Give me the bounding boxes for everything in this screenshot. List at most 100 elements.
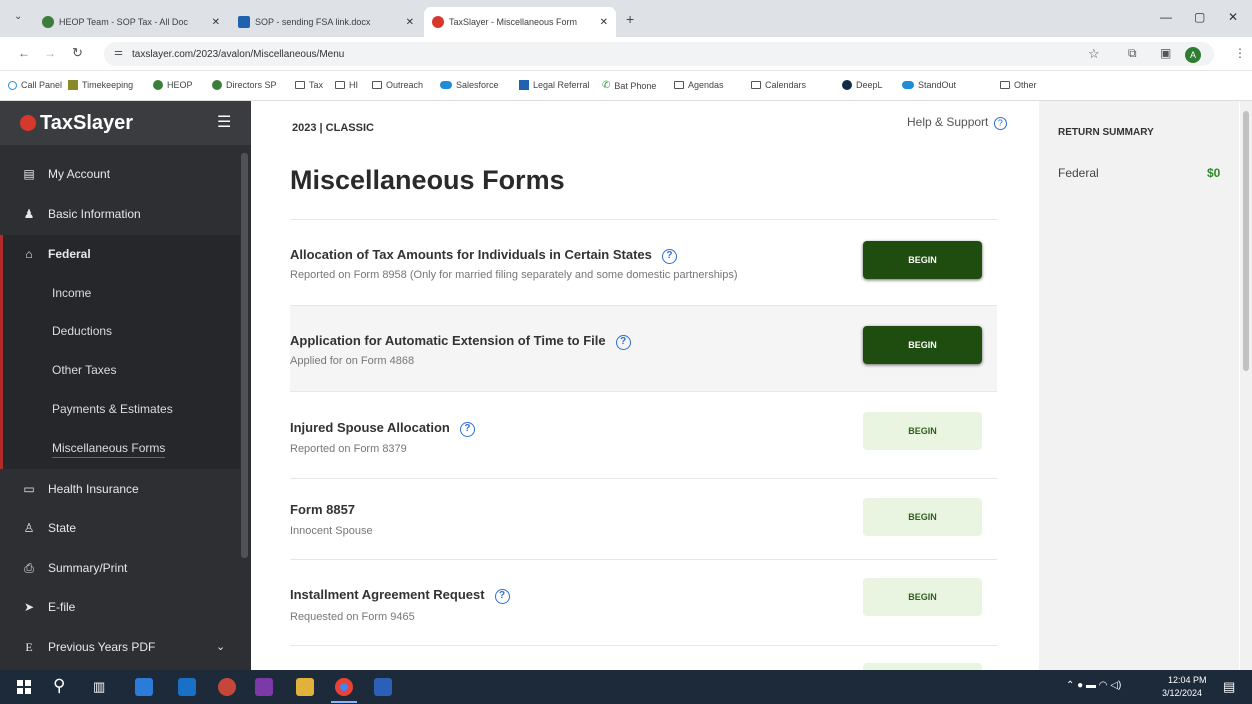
tab-search-icon[interactable]: ⌄ [14, 11, 22, 22]
form-title: Injured Spouse Allocation? [290, 420, 475, 437]
back-icon[interactable]: ← [18, 46, 30, 60]
windows-start-icon[interactable] [17, 680, 31, 694]
page-scrollbar-thumb[interactable] [1243, 111, 1249, 371]
folder-icon [335, 81, 345, 89]
deepl-icon [842, 80, 852, 90]
sidebar-item-my-account[interactable]: ▤ My Account [0, 155, 240, 193]
bookmark-item[interactable]: Timekeeping [68, 80, 133, 90]
bookmark-star-icon[interactable]: ☆ [1088, 46, 1100, 62]
sidebar-item-label: E-file [48, 600, 76, 614]
begin-button[interactable]: BEGIN [863, 412, 982, 450]
clock-time[interactable]: 12:04 PM [1168, 675, 1207, 685]
bookmark-folder[interactable]: Tax [295, 80, 323, 90]
sidebar-item-previous-years-pdf[interactable]: E Previous Years PDF ⌄ [0, 628, 240, 666]
phone-icon: ✆ [602, 80, 611, 91]
collapse-menu-icon[interactable]: ☰ [217, 112, 231, 132]
taskbar-app-icon[interactable] [135, 678, 153, 696]
profile-avatar[interactable]: A [1185, 47, 1201, 63]
sidebar-subitem-miscellaneous-forms[interactable]: Miscellaneous Forms [52, 441, 166, 458]
help-icon[interactable]: ? [459, 422, 475, 437]
search-icon[interactable]: ⚲ [53, 676, 65, 696]
side-panel-icon[interactable]: ▣ [1160, 46, 1171, 60]
task-view-icon[interactable]: ▥ [93, 679, 105, 695]
browser-menu-icon[interactable]: ⋮ [1234, 46, 1246, 60]
folder-icon [295, 81, 305, 89]
sidebar-scrollbar[interactable] [241, 153, 248, 558]
help-icon[interactable]: ? [615, 335, 631, 350]
close-window-icon[interactable]: ✕ [1228, 10, 1238, 24]
form-subtitle: Reported on Form 8958 (Only for married … [290, 269, 738, 281]
sidebar-item-state[interactable]: ♙ State [0, 509, 240, 547]
bookmark-folder[interactable]: Calendars [751, 80, 806, 90]
notification-icon[interactable]: ▤ [1223, 679, 1235, 695]
form-row: Application for Automatic Extension of T… [290, 305, 997, 391]
form-subtitle: Requested on Form 9465 [290, 611, 415, 623]
clock-date[interactable]: 3/12/2024 [1162, 688, 1202, 698]
sidebar-subitem-other-taxes[interactable]: Other Taxes [52, 363, 116, 377]
url-field[interactable]: ⚌ taxslayer.com/2023/avalon/Miscellaneou… [104, 42, 1214, 66]
sidebar-item-summary-print[interactable]: ⎙ Summary/Print [0, 549, 240, 587]
browser-tab-3[interactable]: TaxSlayer - Miscellaneous Form ✕ [424, 7, 616, 37]
reload-icon[interactable]: ↻ [72, 45, 83, 61]
return-summary-panel: RETURN SUMMARY Federal $0 [1039, 101, 1239, 670]
taxslayer-logo[interactable]: TaxSlayer [20, 112, 133, 135]
site-settings-icon[interactable]: ⚌ [114, 47, 123, 58]
bookmark-item[interactable]: StandOut [902, 80, 956, 90]
bookmark-folder[interactable]: Other [1000, 80, 1037, 90]
extensions-icon[interactable]: ⧉ [1128, 46, 1137, 61]
begin-button[interactable]: BEGIN [863, 498, 982, 536]
form-row: Allocation of Tax Amounts for Individual… [290, 219, 997, 305]
bookmark-item[interactable]: HEOP [153, 80, 193, 90]
close-tab-icon[interactable]: ✕ [600, 17, 608, 28]
bookmark-folder[interactable]: Agendas [674, 80, 724, 90]
tab-label: SOP - sending FSA link.docx [255, 17, 371, 27]
timekeeping-icon [68, 80, 78, 90]
begin-button[interactable]: BEGIN [863, 578, 982, 616]
begin-button[interactable]: BEGIN [863, 241, 982, 279]
chrome-icon[interactable] [335, 678, 353, 696]
printer-icon: ⎙ [24, 560, 34, 575]
bookmark-item[interactable]: DeepL [842, 80, 883, 90]
bookmark-item[interactable]: Directors SP [212, 80, 277, 90]
sidebar-item-label: Basic Information [48, 207, 141, 221]
bookmark-item[interactable]: ✆ Bat Phone [602, 80, 656, 91]
bookmarks-bar: Call Panel Timekeeping HEOP Directors SP… [0, 71, 1252, 101]
sidebar-subitem-deductions[interactable]: Deductions [52, 324, 112, 338]
help-support-link[interactable]: Help & Support ? [907, 115, 1007, 130]
bookmark-folder[interactable]: Outreach [372, 80, 423, 90]
list-icon: ▤ [23, 167, 35, 181]
file-explorer-icon[interactable] [296, 678, 314, 696]
chevron-down-icon[interactable]: ⌄ [216, 640, 225, 653]
browser-tab-2[interactable]: SOP - sending FSA link.docx ✕ [230, 7, 422, 37]
close-tab-icon[interactable]: ✕ [212, 17, 220, 28]
sidebar-item-health-insurance[interactable]: ▭ Health Insurance [0, 470, 240, 508]
bookmark-item[interactable]: Legal Referral [519, 80, 590, 90]
tray-icons[interactable]: ⌃ ● ▬ ◠ ◁) [1066, 680, 1121, 691]
person-pin-icon: ♙ [23, 521, 35, 535]
bank-icon: ⌂ [25, 247, 33, 261]
form-title: Allocation of Tax Amounts for Individual… [290, 247, 677, 264]
sidebar-item-basic-information[interactable]: ♟ Basic Information [0, 195, 240, 233]
onenote-icon[interactable] [255, 678, 273, 696]
close-tab-icon[interactable]: ✕ [406, 17, 414, 28]
bookmark-item[interactable]: Salesforce [440, 80, 499, 90]
browser-tab-1[interactable]: HEOP Team - SOP Tax - All Doc ✕ [34, 7, 228, 37]
page-scrollbar[interactable] [1240, 101, 1252, 670]
begin-button[interactable]: BEGIN [863, 326, 982, 364]
maximize-icon[interactable]: ▢ [1194, 10, 1205, 24]
folder-icon [1000, 81, 1010, 89]
sidebar-subitem-income[interactable]: Income [52, 286, 91, 300]
new-tab-button[interactable]: + [626, 11, 634, 27]
word-icon[interactable] [374, 678, 392, 696]
bookmark-item[interactable]: Call Panel [8, 80, 62, 90]
taskbar-app-icon[interactable] [218, 678, 236, 696]
minimize-icon[interactable]: — [1160, 10, 1172, 24]
sidebar-subitem-payments-estimates[interactable]: Payments & Estimates [52, 402, 173, 416]
help-icon[interactable]: ? [661, 249, 677, 264]
bookmark-folder[interactable]: HI [335, 80, 358, 90]
outlook-icon[interactable] [178, 678, 196, 696]
sidebar-item-e-file[interactable]: ➤ E-file [0, 588, 240, 626]
sidebar-item-federal[interactable]: ⌂ Federal [0, 235, 240, 273]
help-icon[interactable]: ? [494, 589, 510, 604]
forward-icon[interactable]: → [44, 46, 56, 60]
